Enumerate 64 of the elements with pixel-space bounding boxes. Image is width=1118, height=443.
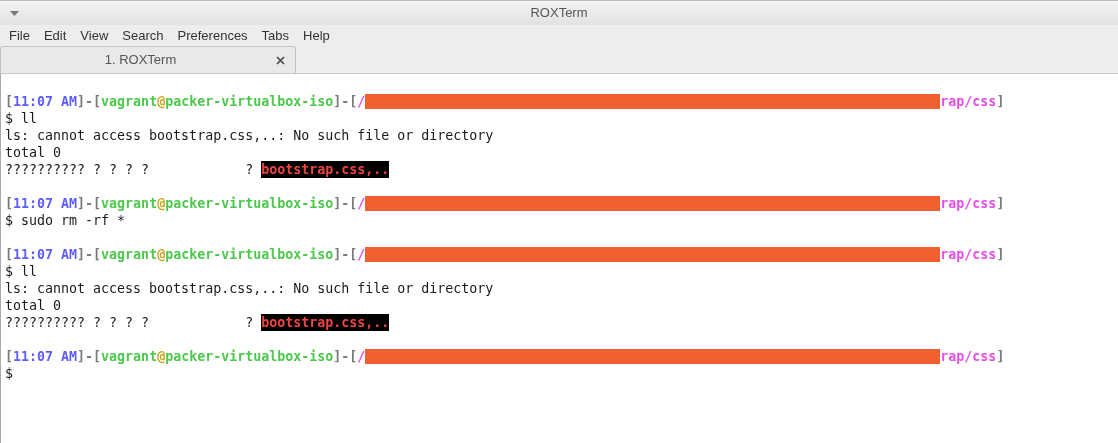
tab[interactable]: 1. ROXTerm (0, 46, 296, 73)
prompt-text: rap/css (940, 93, 997, 110)
menu-item[interactable]: Edit (36, 25, 74, 46)
menu-item[interactable]: Tabs (254, 25, 297, 46)
prompt-text: packer-virtualbox-iso (165, 348, 334, 365)
prompt-text: @ (157, 246, 166, 263)
prompt-text: ] (996, 195, 1005, 212)
terminal-line: $ sudo rm -rf * (5, 213, 126, 228)
prompt-text: ]-[ (333, 246, 358, 263)
prompt-text: ]-[ (333, 348, 358, 365)
prompt-text: @ (157, 348, 166, 365)
file-name: bootstrap.css,.. (261, 161, 390, 178)
terminal-area[interactable] (0, 74, 1118, 443)
prompt-text: / (357, 195, 366, 212)
prompt-text: packer-virtualbox-iso (165, 93, 334, 110)
prompt-text: ]-[ (77, 348, 102, 365)
window-title: ROXTerm (530, 4, 588, 23)
menu-item[interactable]: File (2, 25, 37, 46)
prompt-text: ]-[ (333, 93, 358, 110)
prompt-text: rap/css (940, 195, 997, 212)
prompt-text: ]-[ (77, 93, 102, 110)
prompt-text: / (357, 93, 366, 110)
prompt-text: vagrant (101, 195, 158, 212)
prompt-text: vagrant (101, 348, 158, 365)
prompt-text: vagrant (101, 246, 158, 263)
prompt-text: rap/css (940, 246, 997, 263)
prompt-text: ] (996, 93, 1005, 110)
prompt-text: 11:07 AM (13, 246, 78, 263)
prompt-text: / (357, 348, 366, 365)
prompt-text: packer-virtualbox-iso (165, 195, 334, 212)
prompt-text: ]-[ (333, 195, 358, 212)
menu-item[interactable]: Preferences (170, 25, 255, 46)
terminal-line: ?????????? ? ? ? ? ? (5, 314, 254, 331)
window-menu-icon[interactable] (10, 11, 19, 16)
prompt-text: [ (5, 195, 13, 212)
prompt-text: @ (157, 195, 166, 212)
terminal-line: ls: cannot access bootstrap.css,..: No such file or directory (5, 281, 494, 296)
terminal-line: total 0 (5, 298, 62, 313)
prompt-text: 11:07 AM (13, 195, 78, 212)
prompt-text: ] (996, 348, 1005, 365)
terminal-line: total 0 (5, 145, 62, 160)
prompt-text: ]-[ (77, 246, 102, 263)
menu-item[interactable]: View (73, 25, 116, 46)
prompt-text: 11:07 AM (13, 348, 78, 365)
menu-item[interactable]: Help (296, 25, 337, 46)
prompt-text: / (357, 246, 366, 263)
prompt-text: vagrant (101, 93, 158, 110)
prompt-text: ]-[ (77, 195, 102, 212)
prompt-text: [ (5, 93, 13, 110)
prompt-text: 11:07 AM (13, 93, 78, 110)
terminal-line: ls: cannot access bootstrap.css,..: No such file or directory (5, 128, 494, 143)
prompt-text: [ (5, 348, 13, 365)
prompt-text: @ (157, 93, 166, 110)
prompt-text: packer-virtualbox-iso (165, 246, 334, 263)
menu-item[interactable]: Search (115, 25, 171, 46)
terminal-line: ?????????? ? ? ? ? ? (5, 161, 254, 178)
terminal-line: $ ll (5, 111, 38, 126)
file-name: bootstrap.css,.. (261, 314, 390, 331)
prompt-text: ] (996, 246, 1005, 263)
close-icon[interactable] (276, 55, 285, 65)
prompt-text: rap/css (940, 348, 997, 365)
terminal-line: $ (5, 366, 13, 381)
terminal-line: $ ll (5, 264, 38, 279)
prompt-text: [ (5, 246, 13, 263)
